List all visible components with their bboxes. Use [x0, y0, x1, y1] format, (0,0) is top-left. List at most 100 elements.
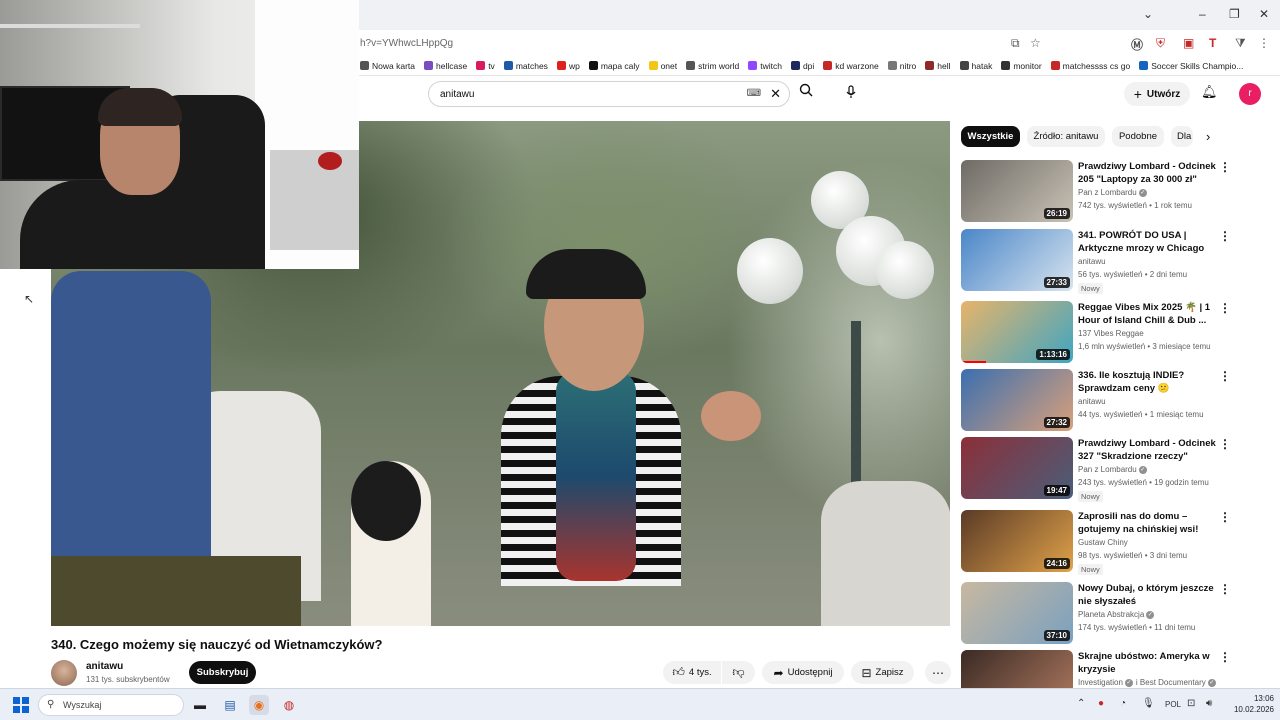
more-vertical-icon[interactable]: ⋮	[1219, 160, 1231, 174]
save-button[interactable]: ⊟ Zapisz	[851, 661, 914, 684]
tray-expand-icon[interactable]: ⌃	[1077, 698, 1085, 709]
video-thumbnail[interactable]: 27:32	[961, 369, 1073, 431]
tray-steam-icon[interactable]: ◔	[1120, 698, 1126, 709]
search-button[interactable]	[792, 83, 820, 107]
recommendation-item[interactable]: 26:19 Prawdziwy Lombard - Odcinek 205 "La…	[961, 160, 1239, 222]
chip-all[interactable]: Wszystkie	[961, 126, 1020, 147]
recommendation-title[interactable]: Zaprosili nas do domu – gotujemy na chiń…	[1078, 510, 1223, 536]
recommendation-title[interactable]: Prawdziwy Lombard - Odcinek 205 "Laptopy…	[1078, 160, 1223, 186]
video-thumbnail[interactable]: 24:16	[961, 510, 1073, 572]
recommendation-item[interactable]: 1:13:16 Reggae Vibes Mix 2025 🌴 | 1 Hour …	[961, 301, 1239, 363]
more-vertical-icon[interactable]: ⋮	[1219, 650, 1231, 664]
keyboard-icon[interactable]: ⌨	[747, 88, 761, 99]
tab-search-icon[interactable]: ⌄	[1143, 7, 1153, 21]
chip-for-you[interactable]: Dla	[1171, 126, 1193, 147]
url-text[interactable]: h?v=YWhwcLHppQg	[360, 38, 453, 49]
channel-name[interactable]: anitawu	[86, 661, 123, 672]
bookmark-item[interactable]: tv	[476, 61, 495, 71]
more-actions-button[interactable]: ⋯	[925, 661, 951, 684]
bookmark-item[interactable]: dpi	[790, 61, 814, 71]
taskbar-search-input[interactable]: ⚲ Wyszukaj	[38, 694, 184, 716]
more-vertical-icon[interactable]: ⋮	[1219, 510, 1231, 524]
install-icon[interactable]: ⧉	[1011, 36, 1020, 51]
video-thumbnail[interactable]: 27:33	[961, 229, 1073, 291]
chip-related[interactable]: Podobne	[1112, 126, 1164, 147]
more-vertical-icon[interactable]: ⋮	[1219, 582, 1231, 596]
tray-mic-icon[interactable]: 🎙︎	[1142, 698, 1155, 709]
bookmark-star-icon[interactable]: ☆	[1030, 36, 1041, 50]
close-icon[interactable]: ✕	[1259, 7, 1269, 21]
search-input[interactable]: anitawu ⌨ ✕	[428, 81, 790, 107]
task-view-icon[interactable]: ▬	[190, 695, 210, 715]
extension-shield-icon[interactable]: ⛨	[1156, 36, 1165, 51]
bookmark-item[interactable]: wp	[556, 61, 580, 71]
recommendation-item[interactable]: 37:10 Nowy Dubaj, o którym jeszcze nie sł…	[961, 582, 1239, 644]
recommendation-item[interactable]: 24:16 Zaprosili nas do domu – gotujemy na…	[961, 510, 1239, 575]
windows-start-icon[interactable]	[13, 697, 29, 713]
tray-app-icon[interactable]: ●	[1098, 698, 1104, 709]
bookmark-item[interactable]: matchessss cs go	[1050, 61, 1130, 71]
file-explorer-icon[interactable]: ▤	[220, 695, 240, 715]
bookmark-item[interactable]: twitch	[748, 61, 782, 71]
chevron-right-icon[interactable]: ›	[1206, 129, 1210, 144]
channel-avatar[interactable]	[51, 660, 77, 686]
user-avatar[interactable]: r	[1239, 83, 1261, 105]
video-thumbnail[interactable]: 19:47	[961, 437, 1073, 499]
video-thumbnail[interactable]: 1:13:16	[961, 301, 1073, 363]
bookmark-item[interactable]: matches	[503, 61, 548, 71]
recommendation-channel[interactable]: Investigation ✓ i Best Documentary ✓	[1078, 678, 1216, 687]
extensions-puzzle-icon[interactable]: ⧩	[1235, 36, 1246, 51]
recommendation-channel[interactable]: anitawu	[1078, 397, 1106, 406]
bookmark-item[interactable]: strim world	[686, 61, 739, 71]
recommendation-channel[interactable]: Pan z Lombardu ✓	[1078, 465, 1147, 474]
recommendation-title[interactable]: Reggae Vibes Mix 2025 🌴 | 1 Hour of Isla…	[1078, 301, 1223, 327]
recommendation-channel[interactable]: Pan z Lombardu ✓	[1078, 188, 1147, 197]
notifications-bell-icon[interactable]: 🔔︎	[1201, 84, 1218, 100]
video-thumbnail[interactable]: 37:10	[961, 582, 1073, 644]
browser-menu-icon[interactable]: ⋮	[1258, 36, 1270, 50]
dislike-button[interactable]: 👎︎	[722, 661, 755, 684]
recommendation-item[interactable]: 19:47 Prawdziwy Lombard - Odcinek 327 "Sk…	[961, 437, 1239, 502]
more-vertical-icon[interactable]: ⋮	[1219, 301, 1231, 315]
create-button[interactable]: + Utwórz	[1124, 82, 1190, 106]
bookmark-item[interactable]: onet	[648, 61, 677, 71]
bookmark-item[interactable]: hellcase	[424, 61, 467, 71]
recommendation-item[interactable]: 27:33 341. POWRÓT DO USA | Arktyczne mroz…	[961, 229, 1239, 294]
recommendation-title[interactable]: Prawdziwy Lombard - Odcinek 327 "Skradzi…	[1078, 437, 1223, 463]
maximize-icon[interactable]: ❐	[1229, 7, 1240, 21]
voice-search-button[interactable]	[838, 82, 864, 108]
subscribe-button[interactable]: Subskrybuj	[189, 661, 256, 684]
share-button[interactable]: ➦ Udostępnij	[762, 661, 844, 684]
extension-vpn-icon[interactable]: ▣	[1183, 36, 1194, 50]
bookmark-item[interactable]: hell	[925, 61, 951, 71]
language-indicator[interactable]: POL	[1165, 700, 1181, 709]
recommendation-item[interactable]: 27:32 336. Ile kosztują INDIE? Sprawdzam …	[961, 369, 1239, 431]
extension-t-icon[interactable]: T	[1209, 36, 1216, 50]
recommendation-channel[interactable]: 137 Vibes Reggae	[1078, 329, 1144, 338]
volume-icon[interactable]: 🔊︎	[1206, 698, 1212, 709]
clear-search-icon[interactable]: ✕	[770, 86, 781, 102]
firefox-icon[interactable]: ◉	[249, 695, 269, 715]
recommendation-title[interactable]: Nowy Dubaj, o którym jeszcze nie słyszał…	[1078, 582, 1223, 608]
more-vertical-icon[interactable]: ⋮	[1219, 437, 1231, 451]
bookmark-item[interactable]: nitro	[887, 61, 916, 71]
minimize-icon[interactable]: –	[1199, 7, 1206, 21]
bookmark-item[interactable]: kd warzone	[823, 61, 879, 71]
recommendation-title[interactable]: 341. POWRÓT DO USA | Arktyczne mrozy w C…	[1078, 229, 1223, 255]
more-vertical-icon[interactable]: ⋮	[1219, 369, 1231, 383]
bookmark-item[interactable]: Nowa karta	[360, 61, 415, 71]
bookmark-item[interactable]: Soccer Skills Champio...	[1139, 61, 1243, 71]
recommendation-title[interactable]: 336. Ile kosztują INDIE? Sprawdzam ceny …	[1078, 369, 1223, 395]
video-thumbnail[interactable]: 26:19	[961, 160, 1073, 222]
taskbar-clock[interactable]: 13:06 10.02.2026	[1222, 693, 1274, 715]
chrome-app-icon[interactable]: ◍	[279, 695, 299, 715]
chip-from-channel[interactable]: Źródło: anitawu	[1027, 126, 1105, 147]
recommendation-channel[interactable]: Gustaw Chiny	[1078, 538, 1128, 547]
like-button[interactable]: 👍︎ 4 tys.	[663, 661, 721, 684]
bookmark-item[interactable]: monitor	[1001, 61, 1042, 71]
recommendation-title[interactable]: Skrajne ubóstwo: Ameryka w kryzysie	[1078, 650, 1223, 676]
network-icon[interactable]: ⊡	[1187, 698, 1195, 709]
extension-m-icon[interactable]: Ⓜ	[1131, 36, 1143, 53]
more-vertical-icon[interactable]: ⋮	[1219, 229, 1231, 243]
recommendation-channel[interactable]: anitawu	[1078, 257, 1106, 266]
